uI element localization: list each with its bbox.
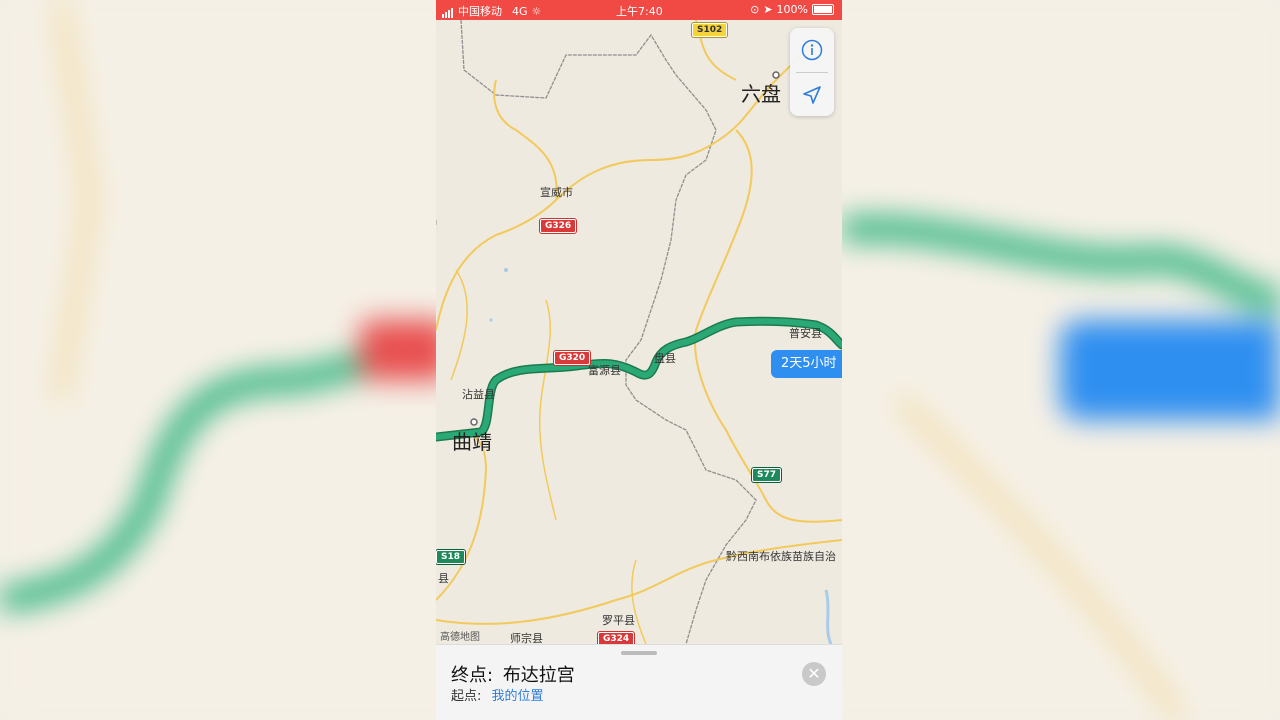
- status-time: 上午7:40: [616, 5, 663, 18]
- label-xuanwei[interactable]: 宣威市: [540, 184, 573, 200]
- label-panxian[interactable]: 盘县: [654, 350, 676, 366]
- shield-g326: G326: [540, 219, 577, 233]
- phone-screen: 中国移动 4G ☼ 上午7:40 ⊙ ➤ 100% 六盘 宣威市 沾益县 曲靖 …: [436, 0, 842, 720]
- shield-s77: S77: [752, 468, 782, 482]
- destination-name: 布达拉宫: [502, 665, 575, 686]
- label-fuyuan[interactable]: 富源县: [588, 362, 621, 378]
- info-button[interactable]: [790, 28, 834, 72]
- close-button[interactable]: ✕: [802, 662, 826, 686]
- lock-rotation-icon: ⊙: [750, 3, 760, 16]
- label-qianxinan[interactable]: 黔西南布依族苗族自治: [726, 548, 836, 564]
- map-attribution: 高德地图: [440, 632, 480, 643]
- battery-icon: [812, 4, 834, 15]
- destination-label: 终点:: [451, 665, 494, 686]
- destination-row: 终点: 布达拉宫: [451, 661, 575, 687]
- sheet-grabber[interactable]: [621, 651, 657, 655]
- origin-link[interactable]: 我的位置: [492, 689, 544, 704]
- activity-icon: ☼: [531, 4, 542, 18]
- status-right: ⊙ ➤ 100%: [750, 3, 834, 16]
- locate-button[interactable]: [790, 73, 834, 117]
- label-luoping[interactable]: 罗平县: [602, 612, 635, 628]
- label-qujing[interactable]: 曲靖: [452, 426, 492, 455]
- map-controls: [790, 28, 834, 116]
- location-arrow-icon: [803, 86, 821, 104]
- label-liupan[interactable]: 六盘: [741, 78, 781, 107]
- shield-s102: S102: [692, 23, 728, 37]
- label-xian[interactable]: 县: [438, 570, 449, 586]
- signal-icon: [442, 5, 454, 18]
- origin-label: 起点:: [451, 689, 482, 704]
- label-zhanyi[interactable]: 沾益县: [462, 386, 495, 402]
- shield-g320: G320: [554, 351, 591, 365]
- route-sheet[interactable]: 终点: 布达拉宫 起点: 我的位置 ✕: [436, 644, 842, 720]
- info-icon: [801, 39, 823, 61]
- origin-row: 起点: 我的位置: [451, 685, 544, 704]
- status-bar: 中国移动 4G ☼ 上午7:40 ⊙ ➤ 100%: [436, 0, 842, 20]
- battery-percent: 100%: [776, 3, 808, 16]
- location-services-icon: ➤: [763, 3, 773, 16]
- carrier: 中国移动: [458, 5, 502, 18]
- route-eta-bubble[interactable]: 2天5小时: [771, 350, 842, 378]
- close-icon: ✕: [807, 664, 821, 683]
- status-left: 中国移动 4G ☼: [442, 3, 541, 19]
- shield-s18: S18: [436, 550, 466, 564]
- label-puan[interactable]: 普安县: [789, 325, 822, 341]
- map-view[interactable]: 六盘 宣威市 沾益县 曲靖 富源县 盘县 普安县 黔西南布依族苗族自治 罗平县 …: [436, 19, 842, 646]
- network: 4G: [512, 4, 528, 18]
